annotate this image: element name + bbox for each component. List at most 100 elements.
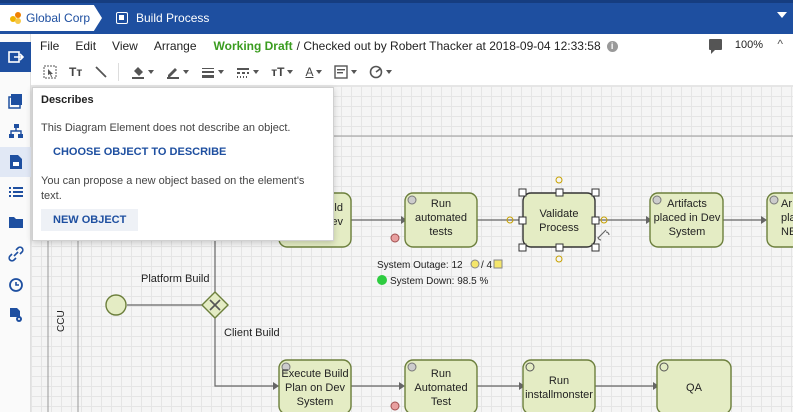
font-color-icon: A [305, 64, 314, 79]
task-qa[interactable]: QA [656, 359, 732, 412]
task-validate-process[interactable]: Validate Process [522, 192, 596, 248]
rail-item-folder[interactable] [0, 207, 31, 237]
text-tool-icon: Tт [69, 64, 83, 79]
breadcrumb-process-tab[interactable]: Build Process [108, 5, 209, 31]
task-label-line: pla [781, 212, 793, 224]
text-align-button[interactable] [334, 62, 358, 82]
rail-item-gallery[interactable] [0, 86, 31, 116]
process-icon [116, 12, 128, 24]
line-weight-button[interactable] [201, 62, 225, 82]
select-tool-button[interactable] [43, 62, 57, 82]
font-color-button[interactable]: A [305, 62, 323, 82]
status-working-draft: Working Draft [213, 39, 293, 53]
task-label-line: System [297, 396, 334, 408]
breadcrumb-org-tab[interactable]: Global Corp [0, 5, 102, 31]
format-toolbar: Tт тТ A [31, 58, 793, 86]
tab-menu-chevron-down-icon[interactable] [777, 12, 787, 18]
kpi-panel: System Outage: 12 / 4 System Down: 98.5 … [377, 259, 503, 287]
line-style-button[interactable] [236, 62, 260, 82]
risk-marker-icon[interactable] [390, 401, 400, 411]
popup-propose-message: You can propose a new object based on th… [41, 175, 305, 202]
exit-icon [7, 51, 24, 63]
pointer-select-icon [43, 65, 57, 78]
task-label-line: Process [539, 222, 579, 234]
shape-style-icon [370, 65, 383, 78]
rail-item-history[interactable] [0, 270, 31, 300]
menu-file[interactable]: File [40, 39, 59, 53]
kpi-down-label: System Down: 98.5 % [390, 276, 488, 287]
choose-object-button[interactable]: CHOOSE OBJECT TO DESCRIBE [53, 146, 226, 158]
new-object-button[interactable]: NEW OBJECT [41, 209, 139, 231]
history-icon [8, 278, 23, 292]
task-label-line: Run [549, 375, 569, 387]
task-run-automated-test[interactable]: Run Automated Test [404, 359, 478, 412]
fill-color-button[interactable] [131, 62, 155, 82]
rail-item-settings-doc[interactable] [0, 300, 31, 330]
link-icon [7, 246, 24, 262]
gear-icon [652, 195, 662, 205]
task-label-line: placed in Dev [654, 212, 721, 224]
task-run-automated-tests[interactable]: Run automated tests [404, 192, 478, 248]
rail-item-list[interactable] [0, 177, 31, 207]
info-icon[interactable]: i [606, 40, 618, 52]
collapse-chevron-up-icon[interactable]: ^ [777, 37, 783, 51]
rail-item-exit-diagram[interactable] [0, 42, 31, 72]
org-label: Global Corp [26, 11, 91, 25]
connector-tool-button[interactable] [94, 62, 108, 82]
task-label-line: Plan on Dev [285, 382, 345, 394]
task-label-line: Automated [414, 382, 467, 394]
menu-edit[interactable]: Edit [75, 39, 96, 53]
task-label-line: Run [431, 198, 451, 210]
zoom-level[interactable]: 100% [735, 39, 763, 51]
describes-popup: Describes This Diagram Element does not … [32, 87, 334, 241]
risk-marker-icon[interactable] [390, 233, 400, 243]
menu-arrange[interactable]: Arrange [154, 39, 197, 53]
kpi-yellow-circle-icon [470, 259, 480, 269]
start-event[interactable] [105, 294, 127, 316]
task-label-line: Run [431, 368, 451, 380]
gateway-lower-label: Client Build [224, 327, 280, 339]
rail-item-links[interactable] [0, 239, 31, 269]
task-artifacts-placed[interactable]: Artifacts placed in Dev System [649, 192, 724, 248]
swimlane-label: CCU [56, 310, 67, 332]
line-style-icon [237, 67, 250, 78]
hierarchy-icon [8, 124, 23, 138]
task-artifacts-next[interactable]: Ar pla NE [766, 192, 793, 248]
gear-icon [407, 195, 417, 205]
chevron-down-icon [316, 69, 323, 74]
task-label-line: Test [431, 396, 451, 408]
rail-item-describes[interactable] [0, 147, 31, 177]
tab-bar-accent [0, 0, 793, 3]
task-label-line: automated [415, 212, 467, 224]
kpi-outage-suffix: / 4 [481, 260, 493, 271]
left-rail [0, 34, 31, 412]
connector-line-icon [95, 65, 107, 78]
shape-style-button[interactable] [369, 62, 393, 82]
task-label-line: System [669, 226, 706, 238]
top-tab-bar: Global Corp Build Process [0, 0, 793, 34]
menu-view[interactable]: View [112, 39, 138, 53]
task-label-line: QA [686, 382, 703, 394]
document-link-icon [9, 155, 22, 169]
rail-item-hierarchy[interactable] [0, 116, 31, 146]
font-size-button[interactable]: тТ [271, 62, 294, 82]
comment-icon[interactable] [709, 39, 722, 54]
task-label-line: tests [429, 226, 453, 238]
text-tool-button[interactable]: Tт [69, 62, 82, 82]
rotation-handle[interactable] [555, 176, 563, 184]
gear-icon [769, 195, 779, 205]
task-run-installmonster[interactable]: Run installmonster [522, 359, 596, 412]
exclusive-gateway[interactable] [201, 291, 229, 319]
text-align-icon [334, 64, 349, 79]
document-settings-icon [9, 308, 22, 322]
chevron-down-icon [386, 69, 393, 74]
chevron-down-icon [148, 69, 155, 74]
connection-point[interactable] [555, 255, 563, 263]
link-icon[interactable] [597, 229, 610, 241]
line-color-button[interactable] [166, 62, 190, 82]
kpi-yellow-square-icon [493, 259, 503, 269]
task-label-line: Validate [540, 208, 579, 220]
chevron-down-icon [183, 69, 190, 74]
pen-icon [167, 67, 180, 79]
task-execute-build-plan[interactable]: Execute Build Plan on Dev System [278, 359, 352, 412]
